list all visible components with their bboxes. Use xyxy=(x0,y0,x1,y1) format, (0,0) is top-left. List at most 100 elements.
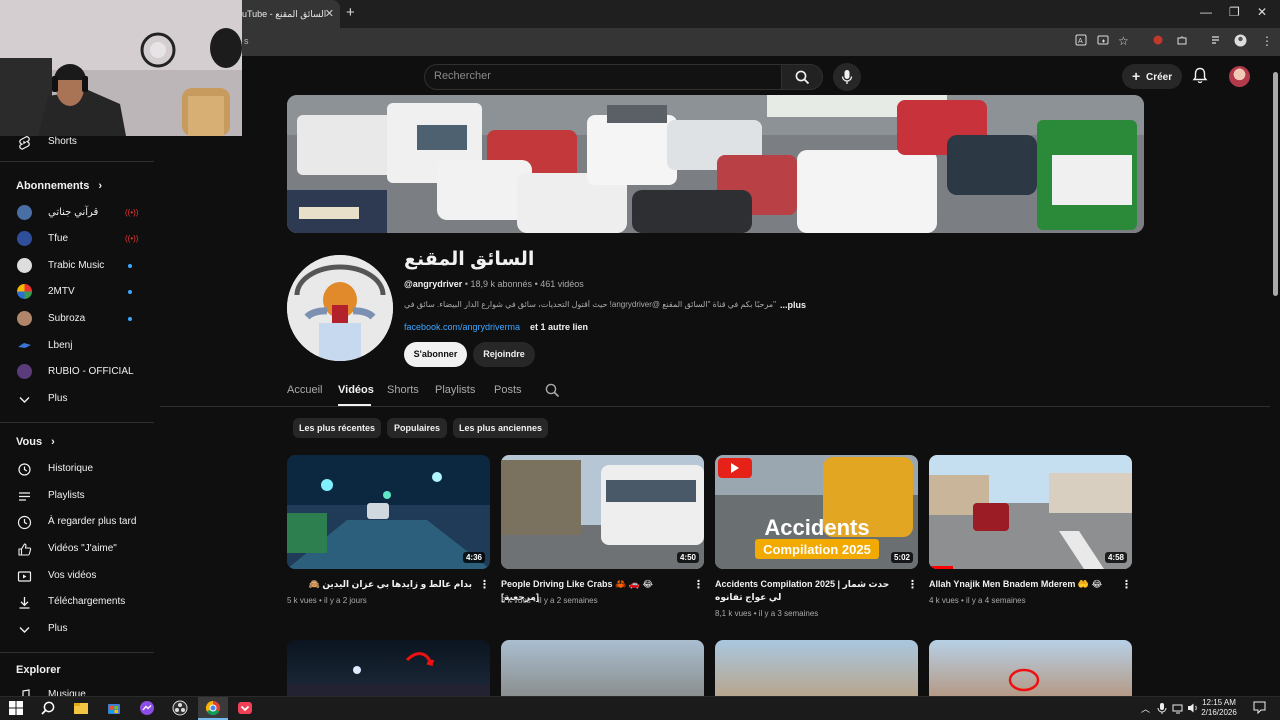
taskbar-chrome-active[interactable] xyxy=(198,697,228,720)
new-tab-icon[interactable]: + xyxy=(346,4,355,21)
pocket-app-icon[interactable] xyxy=(237,700,253,716)
extension-record-icon[interactable] xyxy=(1152,34,1164,49)
your-videos-icon xyxy=(17,571,32,582)
tab-posts[interactable]: Posts xyxy=(494,384,522,396)
sidebar-subscription-item[interactable]: RUBIO - OFFICIAL xyxy=(0,359,154,385)
sidebar-item-downloads[interactable]: Téléchargements xyxy=(0,589,154,615)
restore-icon[interactable]: ❐ xyxy=(1229,5,1240,19)
minimize-icon[interactable]: — xyxy=(1200,5,1212,19)
chevron-right-icon: › xyxy=(98,180,103,192)
translate-icon[interactable]: A xyxy=(1075,34,1087,49)
sidebar-subscription-item[interactable]: Trabic Music xyxy=(0,253,154,279)
sidebar-subscription-item[interactable]: Tfue ((•)) xyxy=(0,226,154,252)
notification-center-icon[interactable] xyxy=(1253,701,1266,714)
tab-playlists[interactable]: Playlists xyxy=(435,384,475,396)
channel-avatar xyxy=(17,311,32,326)
sidebar-item-more-subscriptions[interactable]: Plus xyxy=(0,386,154,412)
video-thumbnail[interactable]: Accidents Compilation 2025 5:02 xyxy=(715,455,918,569)
microsoft-store-icon[interactable] xyxy=(106,700,122,716)
live-icon: ((•)) xyxy=(125,208,139,217)
video-title[interactable]: Accidents Compilation 2025 | حدث شمار لي… xyxy=(715,578,900,604)
sidebar-subscription-item[interactable]: 2MTV xyxy=(0,279,154,305)
video-thumbnail[interactable]: 4:58 xyxy=(929,455,1132,569)
channel-avatar-large[interactable] xyxy=(287,255,393,361)
obs-recorder-icon[interactable] xyxy=(172,700,188,716)
sidebar-item-music[interactable]: Musique xyxy=(0,682,154,696)
video-title[interactable]: Allah Ynajik Men Bnadem Mderem 🤲 😂 xyxy=(929,578,1114,591)
tab-close-icon[interactable]: ✕ xyxy=(325,0,334,28)
browser-tab-title: uTube - السائق المقنع xyxy=(242,9,327,19)
address-text[interactable]: s xyxy=(244,36,249,46)
notifications-bell-icon[interactable] xyxy=(1192,67,1208,89)
subscriptions-heading[interactable]: Abonnements › xyxy=(16,180,102,192)
video-more-options-icon[interactable]: ⋮ xyxy=(1121,578,1132,594)
video-thumbnail[interactable]: 4:36 xyxy=(287,455,490,569)
tray-microphone-icon[interactable] xyxy=(1157,702,1167,714)
join-button[interactable]: Rejoindre xyxy=(473,342,535,367)
sidebar-item-more-you[interactable]: Plus xyxy=(0,616,154,642)
sidebar: Shorts Abonnements › قرآني جناتي ((•)) T… xyxy=(0,135,154,696)
create-button[interactable]: + Créer xyxy=(1122,64,1182,89)
media-controls-icon[interactable] xyxy=(1211,34,1223,49)
channel-avatar xyxy=(17,284,32,299)
thumbs-up-icon xyxy=(18,543,32,556)
account-avatar[interactable] xyxy=(1229,66,1250,87)
taskbar-clock[interactable]: 12:15 AM 2/16/2026 xyxy=(1199,698,1239,718)
tray-network-icon[interactable] xyxy=(1172,702,1184,714)
browser-tab-active[interactable]: uTube - السائق المقنع ✕ xyxy=(236,0,340,28)
tray-volume-icon[interactable] xyxy=(1187,702,1199,714)
chip-latest[interactable]: Les plus récentes xyxy=(293,418,381,438)
tab-videos[interactable]: Vidéos xyxy=(338,384,374,396)
video-more-options-icon[interactable]: ⋮ xyxy=(693,578,704,594)
search-button[interactable] xyxy=(781,64,823,90)
tab-shorts[interactable]: Shorts xyxy=(387,384,419,396)
profile-icon[interactable] xyxy=(1234,34,1247,50)
sidebar-item-watch-later[interactable]: À regarder plus tard xyxy=(0,509,154,535)
channel-search-icon[interactable] xyxy=(545,383,560,398)
sidebar-item-your-videos[interactable]: Vos vidéos xyxy=(0,563,154,589)
video-thumbnail[interactable] xyxy=(287,640,490,696)
you-heading[interactable]: Vous › xyxy=(16,436,55,448)
file-explorer-icon[interactable] xyxy=(73,700,89,716)
you-heading-label: Vous xyxy=(16,436,43,448)
windows-taskbar xyxy=(0,696,1280,720)
tray-chevron-up-icon[interactable]: ︿ xyxy=(1141,702,1150,715)
sidebar-item-liked-videos[interactable]: Vidéos "J'aime" xyxy=(0,536,154,562)
sidebar-item-label: Trabic Music xyxy=(48,260,105,271)
windows-start-icon[interactable] xyxy=(8,700,24,716)
voice-search-button[interactable] xyxy=(833,63,861,91)
video-thumbnail[interactable] xyxy=(715,640,918,696)
video-thumbnail[interactable] xyxy=(929,640,1132,696)
cast-icon[interactable] xyxy=(1097,34,1109,49)
video-more-options-icon[interactable]: ⋮ xyxy=(907,578,918,594)
sidebar-subscription-item[interactable]: Lbenj xyxy=(0,333,154,359)
video-thumbnail[interactable] xyxy=(501,640,704,696)
sidebar-subscription-item[interactable]: قرآني جناتي ((•)) xyxy=(0,200,154,226)
sidebar-item-playlists[interactable]: Playlists xyxy=(0,483,154,509)
channel-more-links[interactable]: et 1 autre lien xyxy=(530,322,588,332)
video-thumbnail[interactable]: 4:50 xyxy=(501,455,704,569)
extensions-puzzle-icon[interactable] xyxy=(1176,34,1188,49)
messenger-app-icon[interactable] xyxy=(139,700,155,716)
sidebar-item-label: Vos vidéos xyxy=(48,570,97,581)
channel-link[interactable]: facebook.com/angrydriverma xyxy=(404,322,520,332)
chip-popular[interactable]: Populaires xyxy=(387,418,447,438)
chevron-down-icon xyxy=(19,397,30,403)
taskbar-search-icon[interactable] xyxy=(40,700,56,716)
video-more-options-icon[interactable]: ⋮ xyxy=(479,578,490,594)
scrollbar-thumb[interactable] xyxy=(1273,72,1278,296)
description-more-link[interactable]: ...plus xyxy=(780,300,806,310)
close-window-icon[interactable]: ✕ xyxy=(1257,5,1267,19)
download-icon xyxy=(19,597,30,609)
video-title[interactable]: بدام عالط و زايدها بي عزان اليدين 🙈 xyxy=(287,578,472,591)
bookmark-star-icon[interactable]: ☆ xyxy=(1118,34,1129,48)
tab-home[interactable]: Accueil xyxy=(287,384,322,396)
chip-oldest[interactable]: Les plus anciennes xyxy=(453,418,548,438)
plus-icon: + xyxy=(1132,68,1141,84)
sidebar-subscription-item[interactable]: Subroza xyxy=(0,306,154,332)
sidebar-item-label: Playlists xyxy=(48,490,85,501)
channel-description[interactable]: "مرحبًا بكم في قناة "السائق المقنع @angr… xyxy=(404,300,776,309)
sidebar-item-history[interactable]: Historique xyxy=(0,456,154,482)
subscribe-button[interactable]: S'abonner xyxy=(404,342,467,367)
browser-menu-icon[interactable]: ⋮ xyxy=(1261,34,1273,48)
